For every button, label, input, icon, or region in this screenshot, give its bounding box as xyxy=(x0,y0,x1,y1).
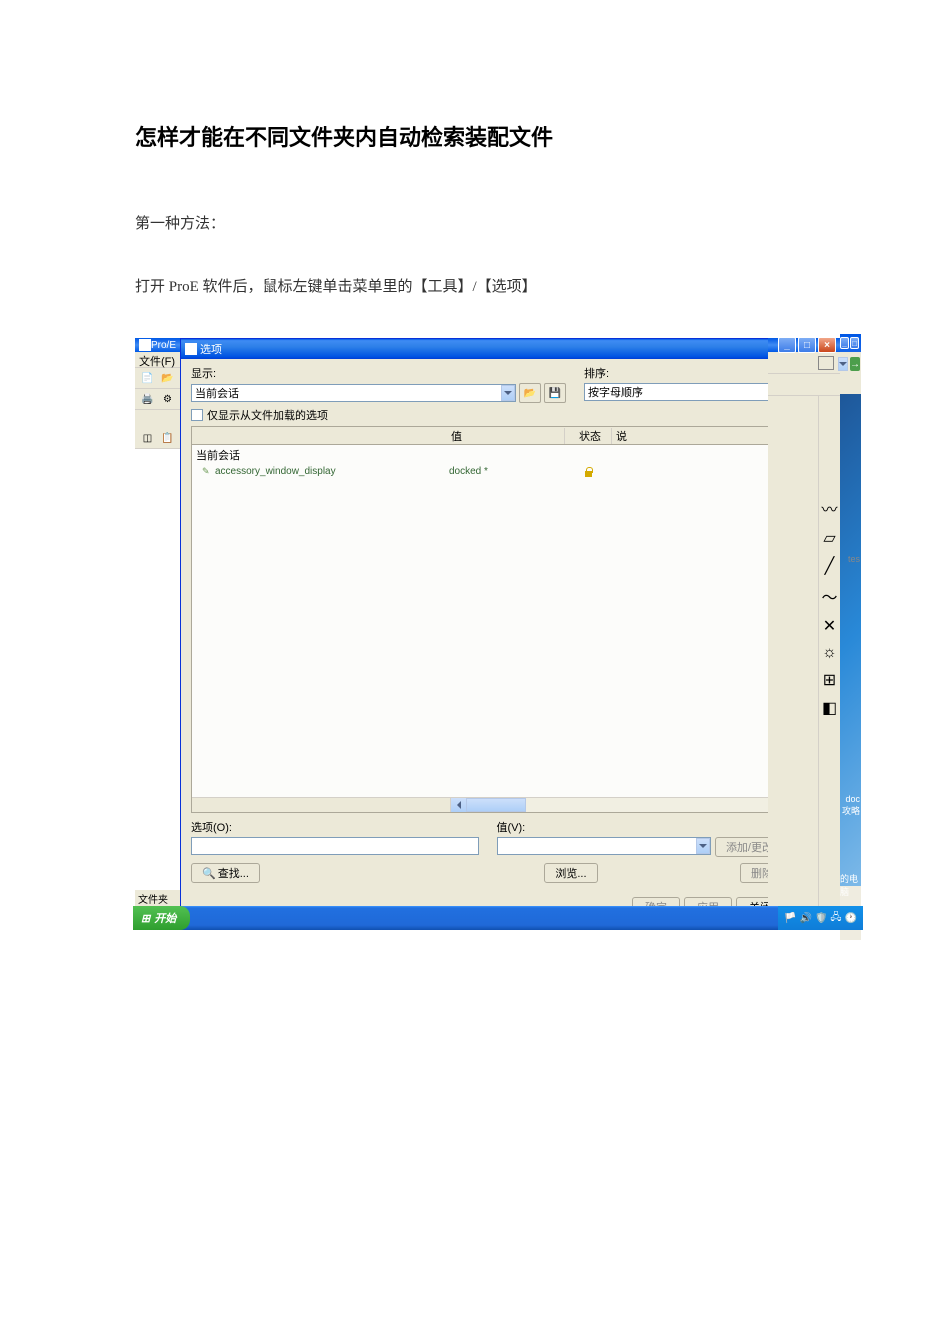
windows-taskbar: ⊞ 开始 🏳️ 🔊 🛡️ 🖧 🕐 xyxy=(133,906,863,930)
desktop-label-2: doc xyxy=(845,794,860,804)
windows-logo-icon: ⊞ xyxy=(141,912,150,925)
value-input[interactable] xyxy=(497,837,711,855)
tree-icon-1[interactable]: ◫ xyxy=(139,429,156,447)
tool-curve-icon[interactable]: 〜 xyxy=(821,584,837,608)
proe-title: Pro/E xyxy=(151,340,176,351)
filter-checkbox[interactable] xyxy=(191,409,203,421)
doc-title: 怎样才能在不同文件夹内自动检索装配文件 xyxy=(135,120,815,152)
section-label: 当前会话 xyxy=(192,445,783,465)
desktop-label-1: tes xyxy=(848,554,860,564)
desktop-minimize-icon[interactable]: _ xyxy=(840,337,849,349)
display-label: 显示: xyxy=(191,365,566,381)
tool-rect-icon[interactable]: ▱ xyxy=(823,528,835,548)
open-config-button[interactable] xyxy=(519,383,541,403)
tool-dim-icon[interactable]: ✕ xyxy=(823,616,836,636)
tray-shield-icon[interactable]: 🛡️ xyxy=(815,913,827,924)
tray-sound-icon[interactable]: 🔊 xyxy=(799,913,811,924)
option-name: accessory_window_display xyxy=(192,466,447,477)
dialog-title: 选项 xyxy=(200,341,222,357)
proe-statusbar: 文件夹树 xyxy=(135,890,180,906)
tray-network-icon[interactable]: 🖧 xyxy=(830,910,841,927)
proe-folder-tree xyxy=(135,449,180,904)
app-icon xyxy=(139,339,151,351)
system-tray[interactable]: 🏳️ 🔊 🛡️ 🖧 🕐 xyxy=(778,906,863,930)
start-button[interactable]: ⊞ 开始 xyxy=(133,906,190,930)
proe-left-panel: Pro/E 文件(F) 📄 📂 🖨️ ⚙ ◫ 📋 xyxy=(135,338,180,928)
find-button[interactable]: 🔍查找... xyxy=(191,863,260,883)
value-label: 值(V): xyxy=(497,819,785,835)
options-dialog: 选项 × 显示: 当前会话 xyxy=(180,338,795,926)
scroll-thumb-h[interactable] xyxy=(466,798,526,812)
window-close-icon[interactable]: × xyxy=(818,337,836,353)
dropdown-icon[interactable] xyxy=(838,357,848,371)
tree-icon-2[interactable]: 📋 xyxy=(159,429,176,447)
panel-icon[interactable] xyxy=(818,356,834,370)
screenshot: Pro/E 文件(F) 📄 📂 🖨️ ⚙ ◫ 📋 xyxy=(135,338,840,928)
tool-line-icon[interactable]: ╱ xyxy=(825,556,835,576)
tool-mirror-icon[interactable]: ◧ xyxy=(822,698,837,718)
desktop-right-edge: _ □ → tes doc 攻略 的电脑 xyxy=(840,334,861,922)
browse-button[interactable]: 浏览... xyxy=(544,863,597,883)
tool-sketch-icon[interactable]: 〰 xyxy=(821,496,837,520)
sort-dropdown[interactable]: 按字母顺序 xyxy=(584,383,784,401)
maximize-icon[interactable]: □ xyxy=(798,337,816,353)
desktop-max-icon[interactable]: □ xyxy=(850,337,859,349)
proe-toolbar-1: 📄 📂 xyxy=(135,368,180,389)
horizontal-scrollbar[interactable] xyxy=(192,797,783,812)
filter-label: 仅显示从文件加载的选项 xyxy=(207,407,328,423)
go-icon[interactable]: → xyxy=(850,357,860,371)
scroll-left[interactable] xyxy=(451,798,466,812)
options-body[interactable]: 当前会话 accessory_window_display docked * xyxy=(192,445,783,797)
option-input[interactable] xyxy=(191,837,479,855)
right-toolbar: 〰 ▱ ╱ 〜 ✕ ☼ ⊞ ◧ xyxy=(818,396,840,906)
option-value: docked * xyxy=(447,466,565,477)
dialog-titlebar: 选项 × xyxy=(181,339,794,359)
minimize-icon[interactable]: _ xyxy=(778,337,796,353)
open-icon[interactable]: 📂 xyxy=(159,369,176,387)
lock-icon xyxy=(584,467,593,477)
proe-menubar[interactable]: 文件(F) xyxy=(135,352,180,368)
tray-clock-icon[interactable]: 🕐 xyxy=(845,913,857,924)
option-row[interactable]: accessory_window_display docked * xyxy=(192,465,783,479)
new-icon[interactable]: 📄 xyxy=(139,369,156,387)
tray-flag-icon[interactable]: 🏳️ xyxy=(784,913,796,924)
tool-light-icon[interactable]: ☼ xyxy=(822,644,837,662)
sort-label: 排序: xyxy=(584,365,784,381)
col-desc-header[interactable]: 说 xyxy=(612,428,783,444)
paragraph-1: 第一种方法： xyxy=(135,212,815,233)
print-icon[interactable]: 🖨️ xyxy=(139,390,156,408)
proe-toolbar-2: 🖨️ ⚙ xyxy=(135,389,180,410)
dialog-icon xyxy=(185,343,197,355)
col-value-header[interactable]: 值 xyxy=(447,428,565,444)
paragraph-2: 打开 ProE 软件后，鼠标左键单击菜单里的【工具】/【选项】 xyxy=(135,275,815,296)
proe-tree-toolbar: ◫ 📋 xyxy=(135,428,180,449)
desktop-label-4: 的电脑 xyxy=(840,872,860,898)
tool-pattern-icon[interactable]: ⊞ xyxy=(823,670,836,690)
option-status xyxy=(565,467,612,477)
option-label: 选项(O): xyxy=(191,819,479,835)
proe-right-edge: _ □ × 〰 ▱ ╱ 〜 ✕ xyxy=(768,338,840,928)
desktop-label-3: 攻略 xyxy=(842,804,860,817)
col-status-header[interactable]: 状态 xyxy=(565,428,612,444)
save-config-button[interactable] xyxy=(544,383,566,403)
options-table: 值 状态 说 当前会话 accessory_window_display doc… xyxy=(191,426,784,813)
display-dropdown[interactable]: 当前会话 xyxy=(191,384,516,402)
tool-icon[interactable]: ⚙ xyxy=(159,390,176,408)
